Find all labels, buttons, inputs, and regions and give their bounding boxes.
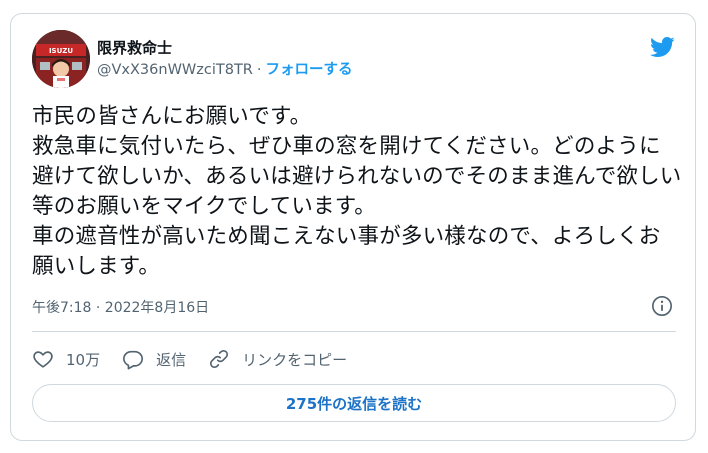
tweet-card: ISUZU 限界救命士 @VxX36nWWzciT8TR · フォローする 市民の皆… bbox=[10, 13, 696, 441]
copy-link-label: リンクをコピー bbox=[242, 350, 348, 369]
reply-bubble-icon bbox=[123, 350, 144, 370]
info-icon[interactable] bbox=[651, 295, 673, 317]
handle-line: @VxX36nWWzciT8TR · フォローする bbox=[97, 60, 352, 80]
user-handle[interactable]: @VxX36nWWzciT8TR bbox=[97, 62, 253, 78]
like-button[interactable]: 10万 bbox=[32, 348, 100, 370]
twitter-bird-icon[interactable] bbox=[647, 34, 677, 60]
avatar-image: ISUZU bbox=[32, 30, 90, 88]
follow-button[interactable]: フォローする bbox=[265, 62, 352, 78]
avatar-logo-text: ISUZU bbox=[49, 47, 73, 55]
link-icon bbox=[210, 349, 229, 369]
divider bbox=[32, 331, 676, 332]
copy-link-button[interactable]: リンクをコピー bbox=[208, 348, 347, 370]
avatar[interactable]: ISUZU bbox=[32, 30, 90, 88]
separator-dot: · bbox=[256, 62, 262, 78]
display-name[interactable]: 限界救命士 bbox=[97, 38, 352, 58]
heart-icon bbox=[33, 351, 53, 368]
read-replies-button[interactable]: 275件の返信を読む bbox=[32, 384, 676, 422]
author-info: 限界救命士 @VxX36nWWzciT8TR · フォローする bbox=[97, 38, 352, 80]
reply-button[interactable]: 返信 bbox=[122, 348, 186, 370]
reply-label: 返信 bbox=[156, 350, 187, 369]
like-count: 10万 bbox=[66, 350, 101, 369]
action-bar: 10万 返信 リンクをコピー bbox=[32, 347, 369, 371]
tweet-text: 市民の皆さんにお願いです。 救急車に気付いたら、ぜひ車の窓を開けてください。どの… bbox=[32, 104, 682, 279]
tweet-timestamp[interactable]: 午後7:18 · 2022年8月16日 bbox=[32, 297, 209, 317]
